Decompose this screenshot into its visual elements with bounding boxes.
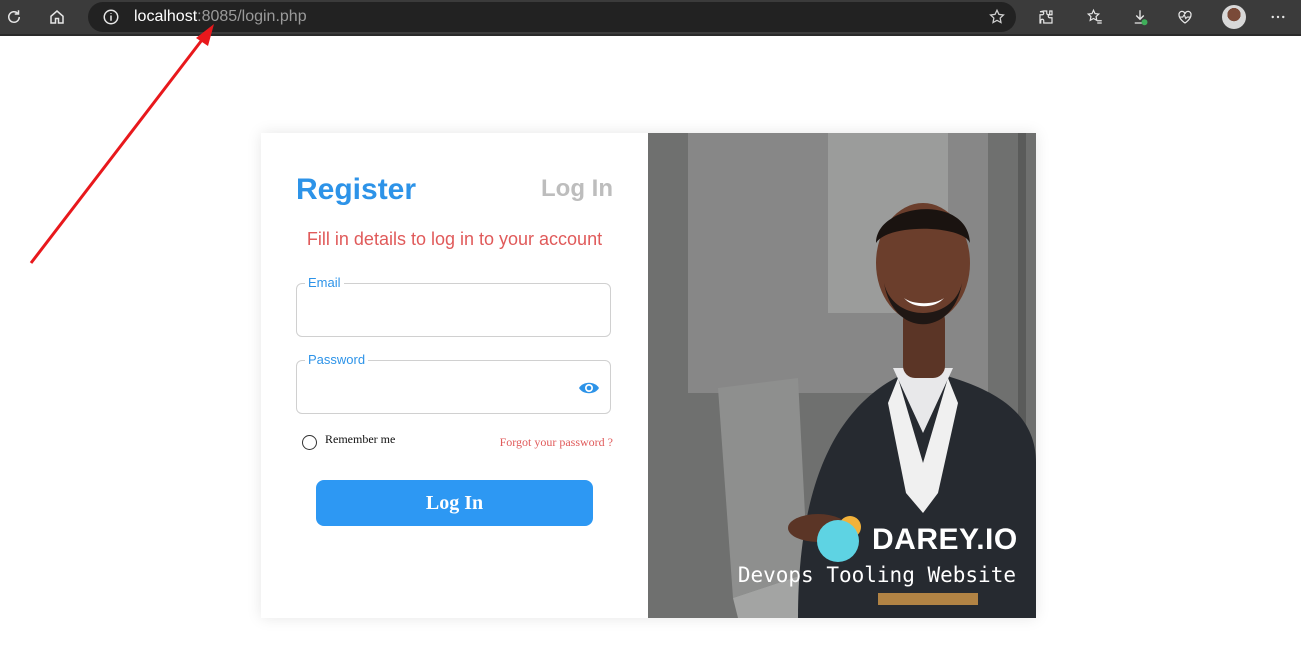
favorites-icon[interactable] [1083, 5, 1107, 29]
remember-me-option[interactable]: Remember me [302, 432, 395, 450]
remember-me-label: Remember me [325, 432, 396, 446]
darey-logo-icon [817, 516, 861, 562]
login-card: Register Log In Fill in details to log i… [261, 133, 1036, 618]
brand-name: DAREY.IO [872, 523, 1018, 556]
password-input[interactable] [307, 375, 571, 403]
downloads-icon[interactable] [1128, 5, 1152, 29]
url-text[interactable]: localhost:8085/login.php [134, 8, 307, 26]
browser-essentials-icon[interactable] [1173, 5, 1197, 29]
email-field[interactable]: Email [296, 275, 611, 337]
password-label: Password [305, 352, 369, 367]
email-input[interactable] [307, 298, 571, 326]
hero-image-panel: DAREY.IO Devops Tooling Website [648, 133, 1036, 618]
more-options-icon[interactable] [1266, 5, 1290, 29]
add-favorite-icon[interactable] [988, 8, 1006, 26]
reload-icon[interactable] [2, 5, 26, 29]
url-path: :8085/login.php [197, 8, 307, 25]
login-button[interactable]: Log In [316, 480, 593, 526]
browser-toolbar: localhost:8085/login.php [0, 0, 1301, 36]
url-host: localhost [134, 8, 198, 25]
login-form-panel: Register Log In Fill in details to log i… [261, 133, 648, 618]
show-password-eye-icon[interactable] [578, 380, 600, 396]
home-icon[interactable] [45, 5, 69, 29]
info-icon[interactable] [102, 8, 120, 26]
password-field[interactable]: Password [296, 352, 611, 414]
form-subtitle: Fill in details to log in to your accoun… [306, 229, 603, 249]
brand-tagline: Devops Tooling Website [737, 563, 1016, 587]
tab-login[interactable]: Log In [541, 175, 613, 203]
profile-avatar[interactable] [1222, 5, 1246, 29]
forgot-password-link[interactable]: Forgot your password ? [500, 435, 613, 450]
tab-register[interactable]: Register [296, 173, 416, 207]
remember-me-radio[interactable] [302, 435, 317, 450]
address-bar[interactable]: localhost:8085/login.php [88, 2, 1016, 32]
email-label: Email [305, 275, 344, 290]
extensions-icon[interactable] [1034, 5, 1058, 29]
